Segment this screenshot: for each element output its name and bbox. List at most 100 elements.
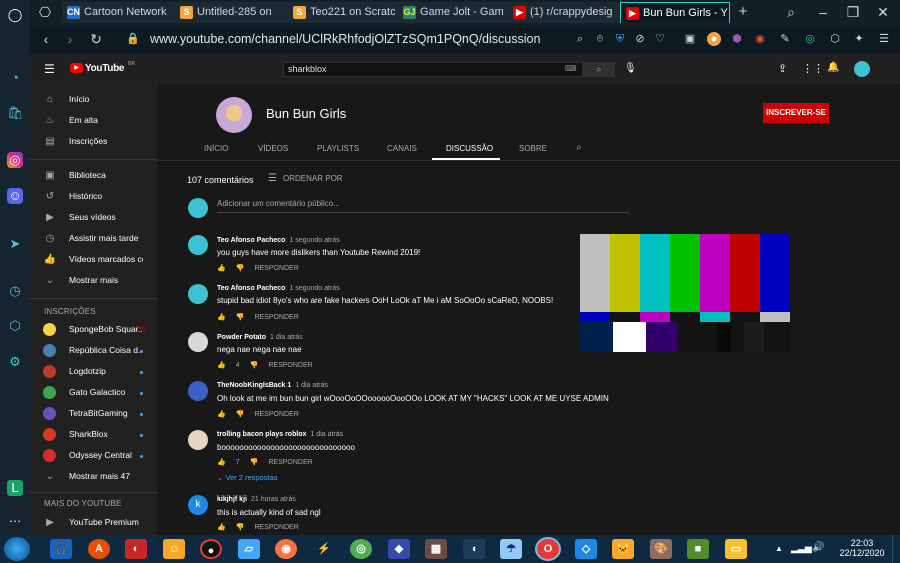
paint-icon[interactable]: 🎨 (650, 539, 672, 559)
tab-cartoon-network[interactable]: CN Cartoon Network (62, 2, 182, 23)
channel-avatar[interactable] (216, 97, 252, 133)
comment-author[interactable]: trolling bacon plays roblox 1 dia atrás (217, 431, 343, 438)
snapshot-icon[interactable]: ▣ (683, 32, 697, 46)
comment-author[interactable]: Teo Afonso Pacheco 1 segundo atrás (217, 237, 340, 244)
extensions-cube-icon[interactable]: ⬡ (7, 318, 23, 334)
clock[interactable]: 22:03 22/12/2020 (836, 538, 888, 558)
app-umbrella-icon[interactable]: ☂ (500, 539, 522, 559)
dislike-icon[interactable]: 👎 (250, 459, 259, 466)
search-button[interactable]: ⌕ (583, 62, 615, 77)
reply-button[interactable]: RESPONDER (268, 459, 312, 466)
search-input[interactable]: sharkblox (283, 62, 583, 77)
sidebar-item-subscriptions[interactable]: ▤ Inscrições (30, 132, 157, 152)
comment-author[interactable]: Teo Afonso Pacheco 1 segundo atrás (217, 285, 340, 292)
more-dots-icon[interactable]: … (7, 510, 23, 526)
history-icon[interactable]: ◷ (7, 283, 23, 299)
tab-videos[interactable]: VÍDEOS (258, 144, 288, 153)
avatar[interactable]: k (188, 495, 208, 515)
microphone-icon[interactable]: 🎙 (624, 63, 637, 74)
easy-setup-icon[interactable]: ☰ (877, 32, 891, 46)
sidebar-item-home[interactable]: ⌂ Início (30, 90, 157, 110)
shopping-bag-icon[interactable]: 🛍 (7, 105, 24, 121)
volume-icon[interactable]: 🔊 (812, 542, 824, 553)
sidebar-sub-gato-galactico[interactable]: Gato Galactico (30, 383, 157, 403)
youtube-logo-icon[interactable]: ▶ (70, 63, 83, 73)
avatar[interactable] (188, 332, 208, 352)
dislike-icon[interactable]: 👎 (250, 362, 259, 369)
tab-crappydesign[interactable]: ▶ (1) r/crappydesig (508, 2, 621, 23)
extension-cube-icon[interactable]: ⬢ (730, 32, 744, 46)
gamepad-icon[interactable]: ⎔ (37, 4, 53, 20)
sidebar-item-show-more-subs[interactable]: ⌄ Mostrar mais 47 (30, 467, 157, 487)
scratch-cat-icon[interactable]: 🐱 (612, 539, 634, 559)
sidebar-sub-spongebob[interactable]: SpongeBob Squar... ((•)) (30, 320, 157, 340)
reply-button[interactable]: RESPONDER (254, 411, 298, 418)
extension-green-icon[interactable]: ◎ (803, 32, 817, 46)
like-icon[interactable]: 👍 (217, 411, 226, 418)
tab-untitled-285[interactable]: S Untitled-285 on (175, 2, 288, 23)
extension-note-icon[interactable]: ✎ (778, 32, 792, 46)
tab-bun-bun-girls[interactable]: ▶ Bun Bun Girls - Y (620, 2, 730, 23)
avatar[interactable] (188, 284, 208, 304)
opera-logo-icon[interactable]: ◯ (7, 7, 23, 23)
tab-channels[interactable]: CANAIS (387, 144, 417, 153)
like-icon[interactable]: 👍 (217, 362, 226, 369)
like-icon[interactable]: 👍 (217, 314, 226, 321)
reload-icon[interactable]: ↻ (88, 31, 104, 47)
sidebar-sub-republica[interactable]: República Coisa d... (30, 341, 157, 361)
mouse-app-icon[interactable]: ◖ (463, 539, 485, 559)
app-l-icon[interactable]: L (7, 480, 23, 496)
app-orange-icon[interactable]: A (88, 539, 110, 559)
extension-color-wheel-icon[interactable]: ◉ (753, 32, 767, 46)
tab-discussion[interactable]: DISCUSSÃO (446, 144, 493, 153)
file-explorer-icon[interactable]: ▭ (725, 539, 747, 559)
dislike-icon[interactable]: 👎 (236, 524, 245, 531)
avatar[interactable] (188, 430, 208, 450)
speed-dial-icon[interactable]: ◔ (7, 70, 23, 86)
forward-icon[interactable]: › (62, 31, 78, 47)
subscribe-button[interactable]: INSCREVER-SE (763, 103, 829, 123)
app-blue-icon[interactable]: ▱ (238, 539, 260, 559)
back-icon[interactable]: ‹ (38, 31, 54, 47)
extension-puzzle-icon[interactable]: ✦ (852, 32, 866, 46)
tab-home[interactable]: INÍCIO (204, 144, 228, 153)
menu-icon[interactable]: ☰ (44, 62, 55, 76)
sidebar-item-liked-videos[interactable]: 👍 Vídeos marcados co... (30, 250, 157, 270)
chrome-icon[interactable]: ◎ (350, 539, 372, 559)
comment-author[interactable]: kikjhjf kji 21 horas atrás (217, 496, 296, 503)
sidebar-sub-tetrabitgaming[interactable]: TetraBitGaming (30, 404, 157, 424)
new-tab-button[interactable]: + (735, 4, 751, 20)
app-yellow-icon[interactable]: ☺ (163, 539, 185, 559)
search-icon[interactable]: ⌕ (573, 32, 587, 46)
apps-grid-icon[interactable]: ⋮⋮ (802, 62, 824, 75)
among-us-icon[interactable]: ◐ (125, 539, 147, 559)
game-jolt-icon[interactable]: ⚡ (313, 539, 335, 559)
tab-about[interactable]: SOBRE (519, 144, 547, 153)
network-icon[interactable]: ▂▃▅ (791, 543, 812, 554)
sidebar-sub-sharkblox[interactable]: SharkBlox (30, 425, 157, 445)
instagram-icon[interactable]: ◎ (7, 152, 23, 168)
reply-button[interactable]: RESPONDER (254, 265, 298, 272)
like-icon[interactable]: 👍 (217, 265, 226, 272)
reply-button[interactable]: RESPONDER (254, 314, 298, 321)
extension-box-icon[interactable]: ⬡ (828, 32, 842, 46)
headphones-app-icon[interactable]: 🎧 (50, 539, 72, 559)
sidebar-item-trending[interactable]: ♨ Em alta (30, 111, 157, 131)
minimize-button[interactable]: – (815, 4, 831, 20)
reply-button[interactable]: RESPONDER (254, 524, 298, 531)
keyboard-icon[interactable]: ⌨ (565, 64, 577, 73)
minecraft-icon[interactable]: ▦ (425, 539, 447, 559)
app-diamond-icon[interactable]: ◆ (388, 539, 410, 559)
sidebar-item-history[interactable]: ↺ Histórico (30, 187, 157, 207)
opera-taskbar-icon[interactable]: O (537, 539, 559, 559)
sort-icon[interactable]: ☰ (268, 173, 277, 184)
discord-icon[interactable]: ☺ (7, 188, 23, 204)
comment-author[interactable]: Powder Potato 1 dia atrás (217, 334, 303, 341)
like-icon[interactable]: 👍 (217, 524, 226, 531)
account-avatar[interactable] (854, 61, 870, 77)
sidebar-item-library[interactable]: ▣ Biblioteca (30, 166, 157, 186)
dislike-icon[interactable]: 👎 (236, 265, 245, 272)
close-window-button[interactable]: ✕ (875, 4, 891, 20)
sort-button[interactable]: ORDENAR POR (283, 174, 343, 183)
tab-teo221-scratch[interactable]: S Teo221 on Scratc (288, 2, 401, 23)
